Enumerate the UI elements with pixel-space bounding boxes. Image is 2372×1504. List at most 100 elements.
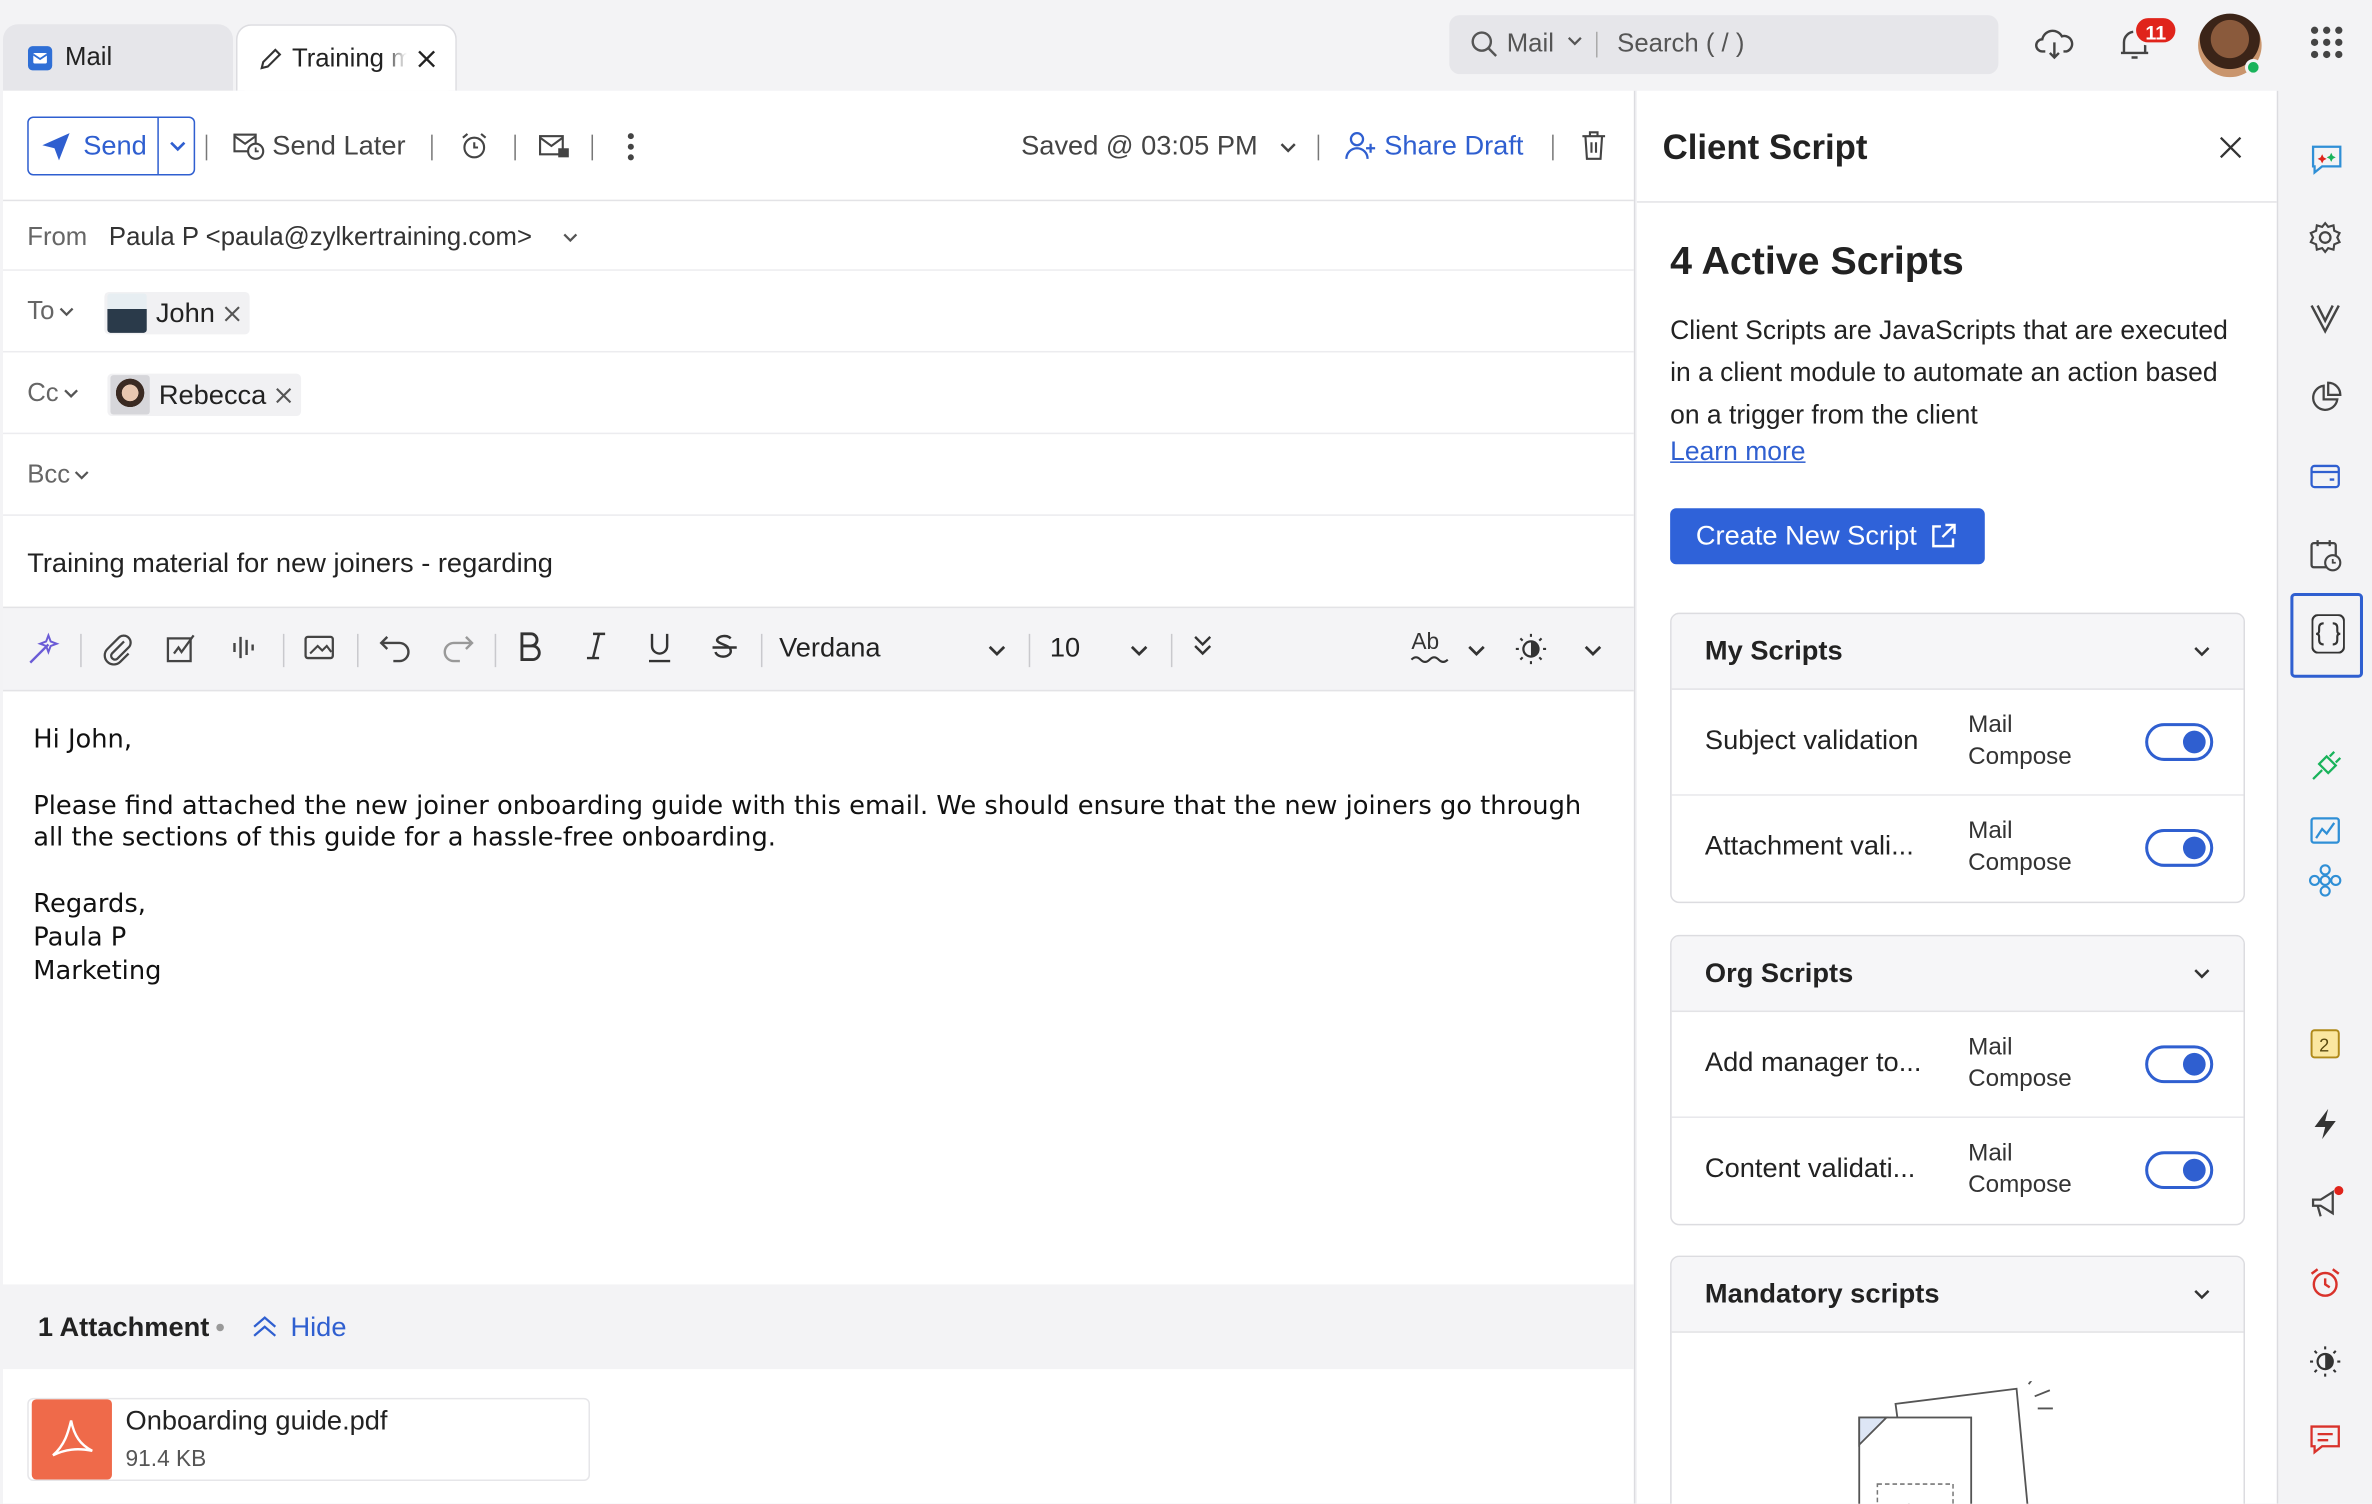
wallet-icon[interactable] <box>2309 460 2342 493</box>
font-size-select[interactable]: 10 <box>1050 632 1080 664</box>
strikethrough-icon[interactable] <box>710 631 740 664</box>
attachment-icon[interactable] <box>103 632 133 666</box>
recipient-chip[interactable]: Rebecca <box>107 373 302 417</box>
learn-more-link[interactable]: Learn more <box>1670 436 1805 468</box>
search-scope[interactable]: Mail <box>1507 29 1554 59</box>
code-braces-icon <box>2311 614 2345 654</box>
more-formatting-chevrons-icon[interactable] <box>1192 632 1213 659</box>
script-toggle[interactable] <box>2145 829 2214 867</box>
from-chevron-icon[interactable] <box>563 230 578 245</box>
apps-grid-icon[interactable] <box>2310 26 2343 59</box>
chevron-down-icon[interactable] <box>1130 641 1148 659</box>
feedback-icon[interactable] <box>2309 1422 2342 1455</box>
my-scripts-section: My Scripts Subject validation Mail Compos… <box>1670 612 2245 904</box>
bold-icon[interactable] <box>517 631 541 662</box>
cc-row: Cc Rebecca <box>3 352 1634 435</box>
saved-status: Saved @ 03:05 PM <box>1021 130 1258 161</box>
analytics-icon[interactable] <box>2309 814 2342 847</box>
alarm-clock-icon[interactable] <box>2309 1266 2342 1299</box>
to-label[interactable]: To <box>27 297 74 327</box>
pie-chart-icon[interactable] <box>2309 381 2342 414</box>
script-row: Add manager to... Mail Compose <box>1671 1012 2244 1118</box>
script-name: Attachment vali... <box>1704 830 1914 861</box>
hide-attachments-button[interactable]: Hide <box>290 1312 346 1344</box>
cc-label[interactable]: Cc <box>27 378 78 408</box>
section-header[interactable]: Mandatory scripts <box>1671 1257 2244 1333</box>
script-toggle[interactable] <box>2145 1045 2214 1084</box>
chevron-down-icon[interactable] <box>1584 641 1602 659</box>
from-label: From <box>27 222 88 252</box>
subject-field[interactable]: Training material for new joiners - rega… <box>27 548 553 580</box>
search-icon <box>1470 30 1498 57</box>
spellcheck-icon[interactable]: Ab <box>1410 626 1449 668</box>
trash-icon[interactable] <box>1581 130 1607 160</box>
extensions-icon[interactable] <box>2308 864 2342 897</box>
tab-mail[interactable]: Mail <box>3 24 233 91</box>
sticky-notes-icon[interactable]: 2 <box>2309 1027 2342 1060</box>
lightning-icon[interactable] <box>2309 1107 2342 1140</box>
chevron-down-icon[interactable] <box>1467 641 1485 659</box>
recipient-name: Rebecca <box>158 378 267 410</box>
close-tab-icon[interactable] <box>416 48 437 69</box>
search-bar[interactable]: Mail Search ( / ) <box>1449 15 1999 75</box>
send-later-button[interactable]: Send Later <box>272 130 405 162</box>
external-link-icon <box>1929 522 1958 551</box>
chevron-up-double-icon <box>251 1315 278 1339</box>
undo-icon[interactable] <box>378 632 411 663</box>
vault-icon[interactable] <box>2309 301 2342 334</box>
client-script-rail-button[interactable] <box>2290 593 2363 678</box>
italic-icon[interactable] <box>584 631 608 661</box>
org-scripts-section: Org Scripts Add manager to... Mail Compos… <box>1670 934 2245 1226</box>
chevron-down-icon <box>2194 647 2210 657</box>
send-options-chevron-icon[interactable] <box>169 138 186 155</box>
gear-icon[interactable] <box>2309 221 2342 254</box>
script-toggle[interactable] <box>2145 723 2214 761</box>
tab-mail-label: Mail <box>65 42 113 72</box>
toolbar-separator <box>205 134 208 161</box>
script-row: Content validati... Mail Compose <box>1672 1118 2244 1224</box>
search-input[interactable]: Search ( / ) <box>1617 29 1744 59</box>
recipient-name: John <box>155 297 215 328</box>
remove-recipient-icon[interactable] <box>275 387 292 404</box>
email-body[interactable]: Hi John, Please find attached the new jo… <box>33 725 1606 989</box>
theme-icon[interactable] <box>2309 1345 2342 1378</box>
create-new-script-label: Create New Script <box>1695 520 1917 551</box>
font-family-select[interactable]: Verdana <box>779 632 880 664</box>
share-draft-button[interactable]: Share Draft <box>1384 130 1523 162</box>
script-module: Mail Compose <box>1968 1140 2072 1199</box>
announcement-icon[interactable] <box>2309 1186 2345 1222</box>
alarm-icon[interactable] <box>460 132 489 161</box>
signature-icon[interactable] <box>166 632 196 663</box>
attachment-size: 91.4 KB <box>125 1446 207 1472</box>
create-new-script-button[interactable]: Create New Script <box>1670 508 1985 565</box>
add-user-icon <box>1345 130 1377 160</box>
bcc-label[interactable]: Bcc <box>27 460 90 490</box>
client-script-panel: Client Script 4 Active Scripts Client Sc… <box>1636 90 2279 1504</box>
envelope-lock-icon[interactable] <box>539 133 571 160</box>
chevron-down-icon[interactable] <box>988 641 1006 659</box>
from-value[interactable]: Paula P <paula@zylkertraining.com> <box>109 222 532 252</box>
recipient-chip[interactable]: John <box>104 291 250 335</box>
calendar-clock-icon[interactable] <box>2309 539 2342 572</box>
chat-sparkle-icon[interactable] <box>2309 141 2345 177</box>
plug-icon[interactable] <box>2309 750 2342 783</box>
audio-icon[interactable] <box>231 632 258 662</box>
more-options-icon[interactable] <box>626 132 635 162</box>
saved-options-chevron-icon[interactable] <box>1280 139 1297 156</box>
svg-text:2: 2 <box>2319 1035 2329 1055</box>
tab-draft[interactable]: Training m <box>235 24 457 91</box>
script-toggle[interactable] <box>2145 1151 2214 1190</box>
ai-sparkle-icon[interactable] <box>27 632 60 665</box>
insert-image-icon[interactable] <box>304 632 336 662</box>
attachment-card[interactable]: Onboarding guide.pdf 91.4 KB <box>27 1397 590 1482</box>
cloud-icon[interactable] <box>2035 24 2074 60</box>
send-button[interactable]: Send <box>29 117 159 174</box>
theme-toggle-icon[interactable] <box>1514 632 1547 665</box>
redo-icon[interactable] <box>442 632 475 663</box>
close-icon[interactable] <box>2219 136 2242 159</box>
toolbar-separator <box>494 633 497 668</box>
section-header[interactable]: Org Scripts <box>1671 936 2244 1013</box>
section-header[interactable]: My Scripts <box>1671 614 2244 690</box>
underline-icon[interactable] <box>646 631 673 664</box>
remove-recipient-icon[interactable] <box>224 305 241 322</box>
